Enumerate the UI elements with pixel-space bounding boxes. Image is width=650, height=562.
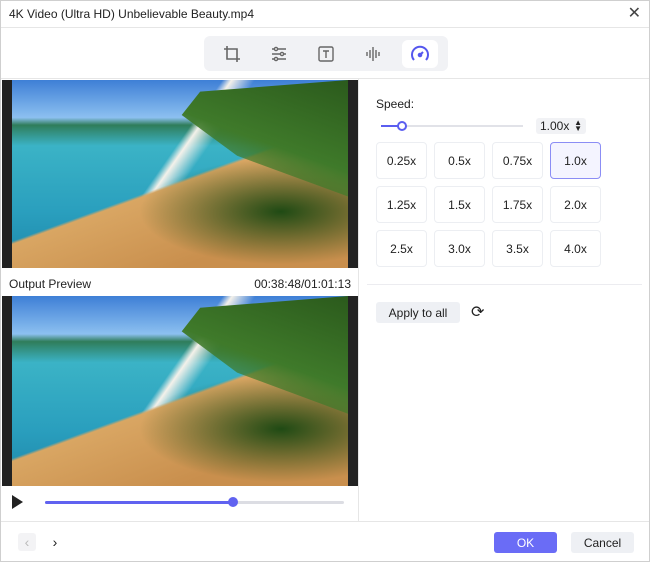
speed-option[interactable]: 1.25x <box>376 186 427 223</box>
tab-adjust[interactable] <box>261 40 297 68</box>
divider <box>1 78 649 79</box>
crop-icon <box>223 45 240 62</box>
next-button[interactable]: › <box>46 533 64 551</box>
speed-option[interactable]: 4.0x <box>550 230 601 267</box>
speedometer-icon <box>411 45 430 61</box>
audio-wave-icon <box>366 46 380 61</box>
tab-crop[interactable] <box>214 40 250 68</box>
spin-arrows-icon[interactable]: ▲ ▼ <box>574 119 582 133</box>
scrubber-handle[interactable] <box>228 497 239 507</box>
divider <box>358 78 359 521</box>
speed-option[interactable]: 1.75x <box>492 186 543 223</box>
speed-value: 1.00x <box>540 119 570 133</box>
tab-text[interactable] <box>308 40 344 68</box>
timecode: 00:38:48/01:01:13 <box>254 277 351 291</box>
speed-option[interactable]: 3.5x <box>492 230 543 267</box>
edit-toolbar <box>204 36 448 71</box>
speed-option[interactable]: 2.0x <box>550 186 601 223</box>
apply-to-all-button[interactable]: Apply to all <box>376 302 460 323</box>
speed-option[interactable]: 3.0x <box>434 230 485 267</box>
divider <box>367 284 642 285</box>
playback-scrubber[interactable] <box>45 497 344 507</box>
tab-speed[interactable] <box>402 39 439 68</box>
divider <box>1 521 649 522</box>
speed-option[interactable]: 0.25x <box>376 142 427 179</box>
speed-label: Speed: <box>376 97 415 111</box>
preview-label-row: Output Preview 00:38:48/01:01:13 <box>9 277 351 291</box>
speed-option[interactable]: 1.5x <box>434 186 485 223</box>
source-video <box>2 80 358 268</box>
text-icon <box>318 45 334 62</box>
video-frame <box>12 80 348 268</box>
speed-slider-handle[interactable] <box>397 121 408 131</box>
cancel-button[interactable]: Cancel <box>571 532 634 553</box>
divider <box>1 27 649 28</box>
speed-option[interactable]: 1.0x <box>550 142 601 179</box>
scrubber-progress <box>45 501 234 504</box>
speed-slider[interactable] <box>381 121 523 131</box>
output-video <box>2 296 358 486</box>
output-preview-label: Output Preview <box>9 277 92 291</box>
reset-icon[interactable]: ⟳ <box>471 302 484 322</box>
window-title: 4K Video (Ultra HD) Unbelievable Beauty.… <box>9 7 255 21</box>
speed-presets: 0.25x 0.5x 0.75x 1.0x 1.25x 1.5x 1.75x 2.0x 2.5x… <box>376 142 601 267</box>
tab-audio[interactable] <box>355 40 391 68</box>
ok-button[interactable]: OK <box>494 532 557 553</box>
previous-button[interactable]: ‹ <box>18 533 36 551</box>
sliders-icon <box>271 46 286 61</box>
video-frame <box>12 296 348 486</box>
speed-option[interactable]: 0.5x <box>434 142 485 179</box>
speed-option[interactable]: 0.75x <box>492 142 543 179</box>
close-button[interactable]: ✕ <box>628 3 641 23</box>
play-button[interactable] <box>12 495 23 509</box>
speed-option[interactable]: 2.5x <box>376 230 427 267</box>
speed-spinbox[interactable]: 1.00x ▲ ▼ <box>536 118 586 134</box>
